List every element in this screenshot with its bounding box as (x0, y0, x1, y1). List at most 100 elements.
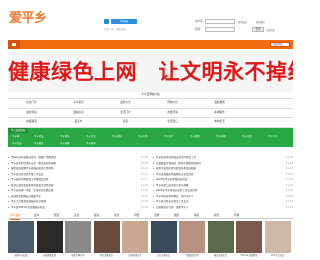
category-tab[interactable]: 旅游 (54, 213, 59, 219)
bullet-icon (8, 173, 9, 175)
username-label: 用户名 (195, 20, 203, 23)
home-icon[interactable] (8, 40, 20, 49)
friend-link[interactable]: 平乡分类 (242, 133, 252, 140)
bullet-icon (8, 168, 9, 170)
friend-link[interactable]: 平乡新闻 (86, 140, 96, 147)
friend-link[interactable]: 平乡服务 (34, 140, 44, 147)
photo-thumbnail[interactable] (236, 221, 262, 253)
friend-link[interactable]: 平乡头条 (138, 133, 148, 140)
photo-thumbnail[interactable] (8, 221, 34, 253)
nav-grid-item[interactable]: 最新活动 (8, 108, 55, 117)
friend-link[interactable]: 平乡论坛 (34, 133, 44, 140)
remember-checkbox[interactable]: 自动登录 (238, 20, 247, 24)
category-tab[interactable]: 美食 (74, 213, 79, 219)
friend-link[interactable]: 平乡招聘 (190, 133, 200, 140)
photo-thumbnail[interactable] (122, 221, 148, 253)
friend-link[interactable]: 平乡网 (12, 133, 19, 140)
login-button[interactable]: 登录 (252, 27, 264, 32)
photo-thumbnail[interactable] (65, 221, 91, 253)
news-item[interactable]: 平乡县2023年全民健身运动会 11-14 (8, 205, 148, 211)
register-link[interactable]: 立即注册 (266, 28, 275, 32)
category-tab[interactable]: 宠物 (154, 213, 159, 219)
photo-caption[interactable]: 阳光运动女生 (208, 253, 234, 257)
forgot-password-link[interactable]: 找回密码 (256, 20, 265, 24)
nav-grid-item[interactable]: 信息门户 (8, 98, 55, 107)
news-date: 11-14 (140, 205, 148, 209)
friend-link[interactable]: 平乡同城 (216, 133, 226, 140)
friend-link[interactable]: 平乡信息 (12, 140, 22, 147)
photo-caption[interactable]: iPhone 高清壁纸 (236, 253, 262, 257)
photo-thumbnail[interactable] (93, 221, 120, 253)
bullet-icon (8, 195, 9, 197)
category-tab[interactable]: 同城 (234, 213, 239, 219)
bullet-icon (153, 179, 154, 181)
password-input[interactable] (205, 27, 235, 32)
photo-thumbnail[interactable] (150, 221, 177, 253)
banner-slogan: 健康绿色上网 让文明永不掉线 (8, 60, 293, 84)
qq-login-button[interactable]: QQ登录 (111, 19, 137, 24)
banner: 健康绿色上网 让文明永不掉线 (8, 52, 293, 92)
friend-link[interactable]: 平乡门户 (268, 133, 278, 140)
main-nav: 快速导航 (8, 40, 293, 49)
category-tab[interactable]: 爱车 (34, 213, 39, 219)
news-title[interactable]: 平乡县2023年全民健身运动会 (11, 205, 45, 211)
bullet-icon (8, 162, 9, 164)
nav-grid-item[interactable]: 快速通道 (8, 117, 55, 126)
nav-grid-item[interactable]: 平乡资讯 (55, 98, 102, 107)
photo-caption[interactable]: 可爱甜美女孩 (179, 253, 205, 257)
nav-grid-item[interactable]: 在线开车 (149, 108, 196, 117)
site-logo[interactable]: 爱平乡 (9, 12, 47, 26)
nav-grid-item[interactable]: 同城公告 (149, 98, 196, 107)
friend-link[interactable]: 平乡资讯 (60, 133, 70, 140)
friend-link[interactable]: 平乡房产 (164, 133, 174, 140)
category-tab[interactable]: 平乡美女 (10, 213, 21, 220)
photo-caption[interactable]: 文艺气质美女 (151, 253, 177, 257)
bullet-icon (8, 157, 9, 159)
category-tab[interactable]: 情感 (194, 213, 199, 219)
friends-links-row: 平乡网 平乡论坛 平乡资讯 平乡生活 平乡百科 平乡头条 平乡房产 平乡招聘 平… (8, 133, 293, 140)
photo-caption[interactable]: 夏日清新美女 (94, 253, 120, 257)
bullet-icon (153, 201, 154, 203)
photo-thumbnail[interactable] (264, 221, 291, 253)
password-label: 密码 (195, 28, 201, 31)
bullet-icon (8, 206, 9, 208)
photo-caption[interactable]: 美丽平乡姑娘 (8, 253, 34, 257)
friend-link[interactable]: 平乡商家 (60, 140, 70, 147)
category-tab[interactable]: 家居 (114, 213, 119, 219)
photo-caption[interactable]: 街拍时尚女生 (122, 253, 148, 257)
friends-links-row: 平乡信息 平乡服务 平乡商家 平乡新闻 (8, 140, 293, 147)
friend-link[interactable]: 平乡生活 (86, 133, 96, 140)
news-item[interactable]: 志愿服务在行动 , 温暖平乡人 11-14 (153, 205, 293, 211)
username-input[interactable] (205, 19, 235, 24)
news-date: 11-14 (285, 205, 293, 209)
photo-caption[interactable]: 微信头像分享 (65, 253, 91, 257)
nav-grid-item[interactable]: 本地生活 (196, 117, 243, 126)
quick-nav-select[interactable]: 快速导航 (270, 42, 290, 47)
photo-thumbnail[interactable] (36, 221, 63, 253)
nav-grid-item[interactable]: 最新公告 (102, 98, 149, 107)
friend-link[interactable]: 平乡百科 (112, 133, 122, 140)
nav-grid-item[interactable]: 生活窗口 (149, 117, 196, 126)
nav-grid-item[interactable]: 本地服务 (196, 108, 243, 117)
nav-grid-item[interactable]: 商家 (102, 117, 149, 126)
category-tab[interactable]: 母婴 (134, 213, 139, 219)
photo-thumbnail[interactable] (179, 221, 205, 253)
nav-grid-item[interactable]: 建站信息 (55, 108, 102, 117)
bullet-icon (153, 206, 154, 208)
photo-caption[interactable]: DIY手工作品 (265, 253, 291, 257)
category-tab[interactable]: 健康 (94, 213, 99, 219)
bullet-icon (153, 184, 154, 186)
nav-grid-item[interactable]: 生活门户 (102, 108, 149, 117)
bullet-icon (153, 168, 154, 170)
login-hint-link[interactable]: 只需一步，快速开始 (104, 27, 126, 31)
qq-icon[interactable] (104, 19, 109, 24)
category-tab[interactable]: 摄影 (174, 213, 179, 219)
nav-grid-item[interactable]: 发帖规则 (196, 98, 243, 107)
news-title[interactable]: 志愿服务在行动 , 温暖平乡人 (156, 205, 188, 211)
photo-caption[interactable]: 长发飘飘女孩 (37, 253, 63, 257)
photo-thumbnail[interactable] (207, 221, 234, 253)
bullet-icon (153, 173, 154, 175)
bullet-icon (8, 179, 9, 181)
nav-grid-item[interactable]: 爱平乡 (55, 117, 102, 126)
category-tab[interactable]: 搞笑 (214, 213, 219, 219)
